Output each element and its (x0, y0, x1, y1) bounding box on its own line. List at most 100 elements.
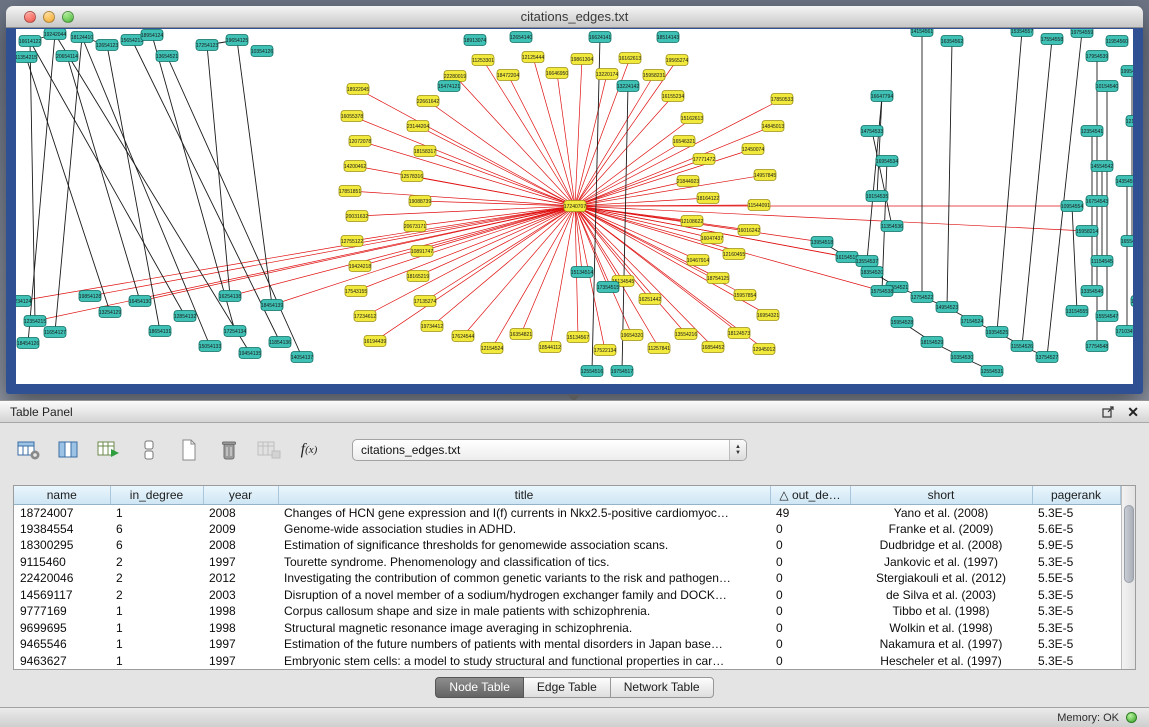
graph-node[interactable]: 16162613 (619, 53, 641, 64)
graph-node[interactable]: 14154561 (911, 29, 933, 37)
graph-node[interactable]: 12945012 (753, 344, 775, 355)
graph-node[interactable]: 18454126 (17, 338, 39, 349)
graph-node[interactable]: 18754553 (1131, 296, 1133, 307)
graph-node[interactable]: 16614122 (19, 36, 41, 47)
graph-node[interactable]: 18124573 (728, 328, 750, 339)
graph-node[interactable]: 15954528 (891, 317, 913, 328)
column-header-in-degree[interactable]: in_degree (110, 486, 203, 504)
graph-node[interactable]: 16047437 (701, 233, 723, 244)
graph-node[interactable]: 18354520 (861, 267, 883, 278)
graph-node[interactable]: 16624141 (589, 32, 611, 43)
graph-node[interactable]: 19454135 (239, 348, 261, 359)
graph-node[interactable]: 15054133 (199, 341, 221, 352)
graph-node[interactable]: 12108622 (681, 216, 703, 227)
graph-node[interactable]: 14754533 (861, 126, 883, 137)
graph-node[interactable]: 15958231 (643, 70, 665, 81)
graph-node[interactable]: 12754522 (911, 292, 933, 303)
graph-node[interactable]: 15554547 (1096, 311, 1118, 322)
graph-node[interactable]: 15234124 (16, 296, 31, 307)
graph-node[interactable]: 12354215 (24, 316, 46, 327)
graph-node[interactable]: 16954321 (757, 310, 779, 321)
table-options-icon[interactable] (16, 438, 42, 462)
close-window-button[interactable] (24, 11, 36, 23)
graph-node[interactable]: 17624544 (452, 331, 474, 342)
graph-node[interactable]: 18454139 (261, 300, 283, 311)
tab-edge-table[interactable]: Edge Table (524, 677, 611, 698)
table-row[interactable]: 946554611997Estimation of the future num… (14, 636, 1120, 653)
graph-node[interactable]: 19565274 (666, 55, 688, 66)
graph-node[interactable]: 18472204 (497, 70, 519, 81)
graph-node[interactable]: 15474121 (438, 81, 460, 92)
graph-node[interactable]: 19088739 (409, 196, 431, 207)
graph-node[interactable]: 16646950 (546, 68, 568, 79)
graph-node[interactable]: 12154524 (481, 343, 503, 354)
graph-node[interactable]: 14845013 (762, 121, 784, 132)
graph-node[interactable]: 17771472 (693, 154, 715, 165)
graph-node[interactable]: 20031632 (346, 211, 368, 222)
graph-node[interactable]: 18154529 (921, 337, 943, 348)
column-header-out-degree[interactable]: △ out_de… (770, 486, 850, 504)
column-header-year[interactable]: year (203, 486, 278, 504)
graph-node[interactable]: 17543155 (345, 286, 367, 297)
graph-node[interactable]: 11257841 (648, 343, 670, 354)
graph-node[interactable]: 21844923 (677, 176, 699, 187)
graph-node[interactable]: 17154524 (961, 316, 983, 327)
graph-node[interactable]: 11154545 (1091, 256, 1113, 267)
graph-node[interactable]: 16754543 (1086, 196, 1108, 207)
graph-node[interactable]: 19154535 (866, 191, 888, 202)
graph-node[interactable]: 18754125 (707, 273, 729, 284)
graph-node[interactable]: 19754517 (611, 366, 633, 377)
graph-node[interactable]: 12578316 (401, 171, 423, 182)
graph-node[interactable]: 11654127 (44, 327, 66, 338)
table-row[interactable]: 969969511998Structural magnetic resonanc… (14, 620, 1120, 637)
graph-node[interactable]: 13224142 (617, 81, 639, 92)
graph-node[interactable]: 17354515 (597, 282, 619, 293)
graph-node[interactable]: 12072078 (349, 136, 371, 147)
graph-node[interactable]: 17103454 (1116, 326, 1133, 337)
graph-node[interactable]: 16194439 (364, 336, 386, 347)
graph-node[interactable]: 15134567 (567, 332, 589, 343)
graph-node[interactable]: 12450074 (742, 144, 764, 155)
function-builder-icon[interactable]: f(x) (296, 438, 322, 462)
graph-node[interactable]: 22280019 (444, 71, 466, 82)
graph-node[interactable]: 19242044 (44, 29, 66, 40)
graph-node[interactable]: 12554516 (581, 366, 603, 377)
graph-node[interactable]: 16254138 (219, 291, 241, 302)
graph-node[interactable]: 15754538 (871, 286, 893, 297)
graph-node[interactable]: 16854452 (702, 342, 724, 353)
graph-node[interactable]: 13554216 (675, 329, 697, 340)
graph-node[interactable]: 16354821 (510, 329, 532, 340)
graph-node[interactable]: 14354551 (1116, 176, 1133, 187)
graph-node[interactable]: 20673171 (404, 221, 426, 232)
table-row[interactable]: 977716911998Corpus callosum shape and si… (14, 603, 1120, 620)
graph-node[interactable]: 16554552 (1121, 236, 1133, 247)
graph-node[interactable]: 19734412 (421, 321, 443, 332)
graph-node[interactable]: 11354536 (881, 221, 903, 232)
table-row[interactable]: 1938455462009Genome-wide association stu… (14, 521, 1120, 538)
graph-node[interactable]: 13220174 (596, 69, 618, 80)
graph-node[interactable]: 13954518 (811, 237, 833, 248)
column-header-short[interactable]: short (850, 486, 1032, 504)
graph-node[interactable]: 10154540 (1096, 81, 1118, 92)
graph-node[interactable]: 13554537 (856, 256, 878, 267)
graph-node[interactable]: 18165219 (407, 271, 429, 282)
graph-node[interactable]: 18654131 (149, 326, 171, 337)
graph-node[interactable]: 18514143 (657, 32, 679, 43)
graph-node[interactable]: 17850533 (771, 94, 793, 105)
graph-node[interactable]: 16647794 (871, 91, 893, 102)
graph-node[interactable]: 17954539 (1086, 51, 1108, 62)
graph-node[interactable]: 17135274 (414, 296, 436, 307)
graph-node[interactable]: 19854128 (79, 291, 101, 302)
graph-node[interactable]: 12554531 (981, 366, 1003, 377)
table-row[interactable]: 946362711997Embryonic stem cells: a mode… (14, 653, 1120, 670)
graph-node[interactable]: 12755122 (341, 236, 363, 247)
graph-node[interactable]: 15958214 (1076, 226, 1098, 237)
edit-table-icon[interactable] (96, 438, 122, 462)
graph-node[interactable]: 19754559 (1071, 29, 1093, 38)
graph-node[interactable]: 16251442 (639, 294, 661, 305)
graph-node[interactable]: 18124410 (71, 32, 93, 43)
graph-node[interactable]: 10891747 (411, 246, 433, 257)
graph-node[interactable]: 17234612 (354, 311, 376, 322)
graph-node[interactable]: 19654320 (621, 330, 643, 341)
graph-node[interactable]: 11544091 (748, 200, 770, 211)
